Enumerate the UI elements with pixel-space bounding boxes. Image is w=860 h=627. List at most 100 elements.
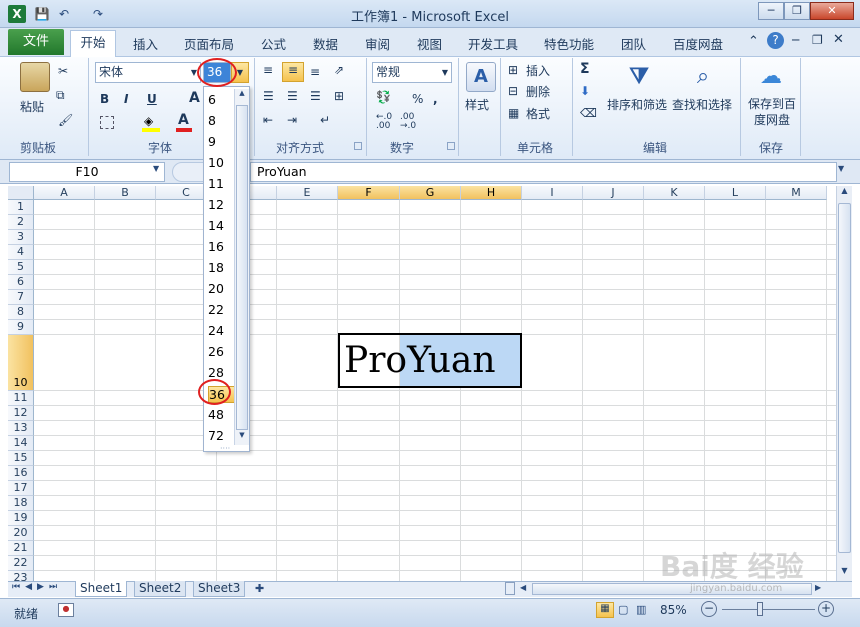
vertical-scroll-thumb[interactable] [838,203,851,553]
dropdown-scrollbar[interactable]: ▲ ▼ [234,89,249,445]
macro-record-icon[interactable]: ● [58,603,74,617]
scroll-down-icon[interactable]: ▼ [837,566,852,580]
tab-page-layout[interactable]: 页面布局 [184,34,234,53]
tab-insert[interactable]: 插入 [133,34,158,53]
font-size-option[interactable]: 6 [208,92,236,107]
help-icon[interactable]: ? [767,32,784,49]
excel-app-icon[interactable]: X [8,5,26,23]
row-header[interactable]: 21 [8,541,34,556]
dropdown-scroll-thumb[interactable] [236,105,248,430]
align-middle-icon[interactable]: ≡ [282,62,304,82]
currency-icon[interactable]: 💱 [376,90,391,104]
normal-view-icon[interactable]: ▦ [596,602,614,618]
delete-cells-button[interactable]: 删除 [526,83,550,100]
sort-filter-button[interactable]: 排序和筛选 [607,96,667,113]
row-header[interactable]: 22 [8,556,34,571]
row-header[interactable]: 8 [8,305,34,320]
comma-style-button[interactable]: , [433,92,438,106]
font-size-option[interactable]: 16 [208,239,236,254]
clear-icon[interactable]: ⌫ [580,106,597,120]
cut-icon[interactable]: ✂ [58,64,68,78]
column-header[interactable]: G [400,186,461,200]
page-layout-view-icon[interactable]: ▢ [618,603,628,616]
zoom-in-button[interactable]: + [818,601,834,617]
font-name-combo[interactable]: 宋体 ▼ [95,62,201,83]
font-size-option[interactable]: 24 [208,323,236,338]
format-painter-icon[interactable]: 🖌 [58,113,73,127]
column-header[interactable]: M [766,186,827,200]
zoom-slider-track[interactable] [722,609,815,610]
sort-filter-icon[interactable]: ⧩ [624,62,654,92]
column-header[interactable]: L [705,186,766,200]
paste-button[interactable]: 粘贴 [20,98,44,115]
decrease-decimal-icon[interactable]: .00 →.0 [400,113,416,131]
decrease-indent-icon[interactable]: ⇤ [263,113,273,127]
row-header[interactable]: 6 [8,275,34,290]
align-bottom-icon[interactable]: ≡ [310,65,320,79]
name-box[interactable]: F10 [9,162,165,182]
autosum-icon[interactable]: Σ [580,61,590,77]
workbook-close-icon[interactable]: ✕ [833,32,844,47]
tab-file[interactable]: 文件 [8,29,64,55]
align-left-icon[interactable]: ☰ [263,89,274,103]
styles-icon[interactable]: A [466,62,496,92]
fill-down-icon[interactable]: ⬇ [580,84,590,98]
grow-font-button[interactable]: A [189,90,200,106]
column-header[interactable]: J [583,186,644,200]
row-header[interactable]: 12 [8,406,34,421]
format-cells-button[interactable]: 格式 [526,105,550,122]
underline-button[interactable]: U [147,92,157,106]
font-size-option[interactable]: 11 [208,176,236,191]
zoom-level[interactable]: 85% [660,603,687,617]
increase-decimal-icon[interactable]: ←.0.00 [376,113,392,131]
tab-special-features[interactable]: 特色功能 [544,34,594,53]
column-header[interactable]: K [644,186,705,200]
row-header[interactable]: 16 [8,466,34,481]
font-size-option[interactable]: 8 [208,113,236,128]
font-size-option[interactable]: 72 [208,428,236,443]
save-icon[interactable]: 💾 [34,6,50,22]
font-size-option[interactable]: 12 [208,197,236,212]
border-icon[interactable] [100,116,114,129]
insert-cells-icon[interactable]: ⊞ [508,63,518,77]
column-header[interactable]: H [461,186,522,200]
column-header[interactable]: A [34,186,95,200]
font-color-icon[interactable]: A [178,112,189,128]
find-select-icon[interactable]: ⌕ [688,62,718,92]
row-header[interactable]: 17 [8,481,34,496]
row-header[interactable]: 10 [8,335,34,391]
restore-button[interactable]: ❐ [784,2,810,20]
row-header[interactable]: 9 [8,320,34,335]
font-size-option[interactable]: 9 [208,134,236,149]
resize-grip-icon[interactable]: ···· [220,444,230,453]
minimize-ribbon-icon[interactable]: ⌃ [748,34,759,49]
select-all-corner[interactable] [8,186,34,200]
close-button[interactable]: ✕ [810,2,854,20]
font-size-option[interactable]: 22 [208,302,236,317]
align-right-icon[interactable]: ☰ [310,89,321,103]
row-header[interactable]: 20 [8,526,34,541]
wrap-text-icon[interactable]: ↵ [320,113,330,127]
alignment-dialog-launcher[interactable] [354,142,362,150]
row-header[interactable]: 13 [8,421,34,436]
tab-review[interactable]: 审阅 [365,34,390,53]
align-center-icon[interactable]: ☰ [287,89,298,103]
sheet-tab[interactable]: Sheet1 [75,581,128,597]
sheet-nav-arrows[interactable]: ⏮◀▶⏭ [12,582,62,592]
formula-input[interactable]: ProYuan [250,162,837,182]
font-size-option[interactable]: 26 [208,344,236,359]
scroll-down-icon[interactable]: ▼ [235,431,249,445]
workbook-restore-icon[interactable]: ❐ [812,33,823,47]
column-header[interactable]: B [95,186,156,200]
row-header[interactable]: 7 [8,290,34,305]
tab-view[interactable]: 视图 [417,34,442,53]
baidu-cloud-icon[interactable]: ☁ [756,62,786,92]
chevron-down-icon[interactable]: ▼ [153,164,159,173]
minimize-button[interactable]: ─ [758,2,784,20]
insert-cells-button[interactable]: 插入 [526,62,550,79]
column-header[interactable]: F [338,186,400,200]
row-header[interactable]: 5 [8,260,34,275]
tab-baidu-pan[interactable]: 百度网盘 [673,34,723,53]
scroll-left-icon[interactable]: ◀ [520,583,530,595]
undo-icon[interactable]: ↶ [56,6,72,22]
